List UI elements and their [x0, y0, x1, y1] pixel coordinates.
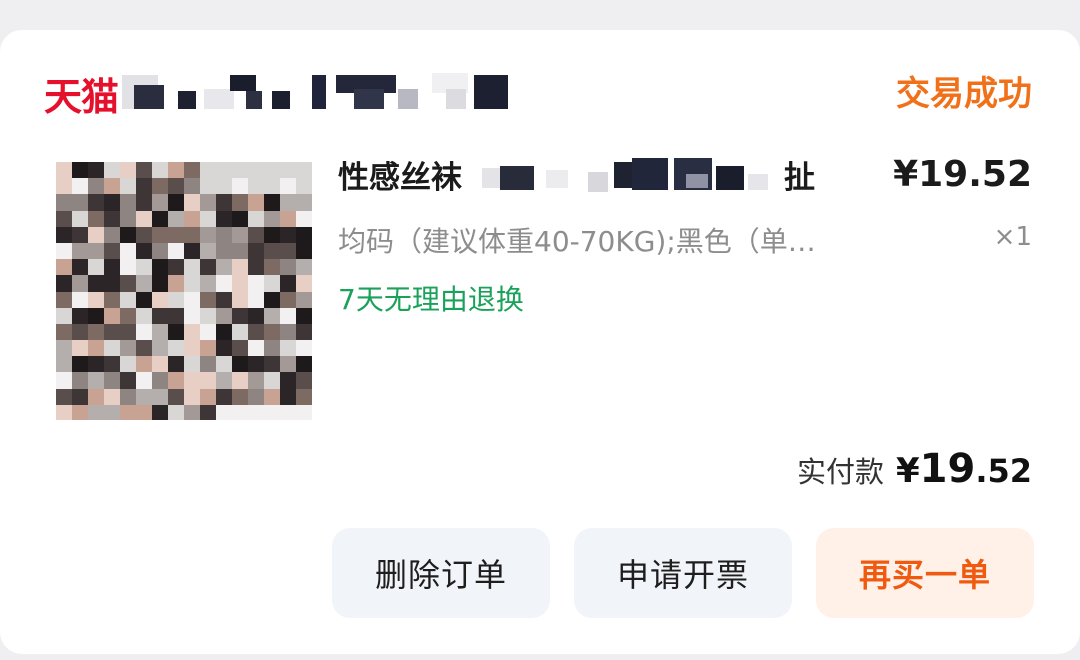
order-card[interactable]: 天猫 交易成功 性感丝袜 扯 ¥19.52 均码（建议体重40-70KG);黑色…	[0, 30, 1080, 654]
product-title-redacted	[468, 156, 778, 192]
product-thumbnail[interactable]	[56, 162, 312, 420]
order-status: 交易成功	[896, 74, 1032, 114]
paid-amount: 实付款 ¥ 19 .52	[797, 446, 1032, 492]
request-invoice-button[interactable]: 申请开票	[574, 528, 792, 618]
product-title[interactable]: 性感丝袜 扯	[338, 154, 815, 196]
paid-integer: 19	[919, 446, 976, 492]
buy-again-button[interactable]: 再买一单	[816, 528, 1034, 618]
return-policy-tag: 7天无理由退换	[338, 283, 524, 316]
delete-order-button[interactable]: 删除订单	[332, 528, 550, 618]
tmall-logo: 天猫	[44, 74, 119, 119]
product-quantity: ×1	[993, 222, 1032, 252]
product-spec: 均码（建议体重40-70KG);黑色（单…	[338, 225, 816, 258]
product-title-end: 扯	[784, 159, 815, 196]
shop-name-redacted	[122, 71, 522, 115]
paid-decimal: .52	[975, 452, 1032, 490]
paid-currency: ¥	[895, 451, 920, 491]
paid-label: 实付款	[796, 455, 884, 489]
shop-header[interactable]: 天猫	[44, 68, 522, 119]
product-price: ¥19.52	[893, 154, 1032, 195]
product-title-start: 性感丝袜	[338, 159, 462, 196]
